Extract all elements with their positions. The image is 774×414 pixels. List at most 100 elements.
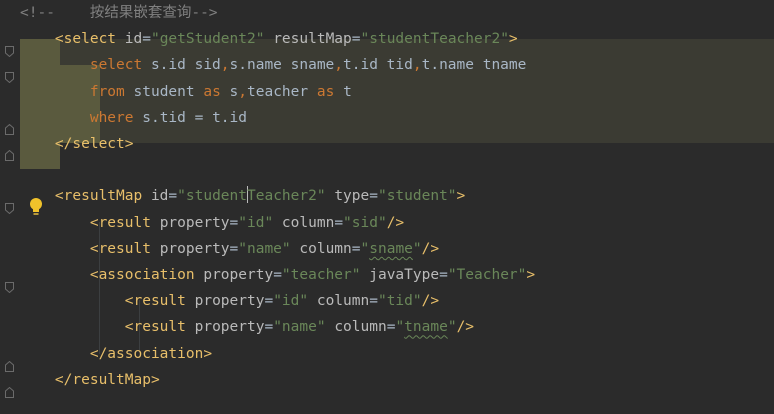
code-token: tname xyxy=(404,319,448,336)
code-token: s.id sid xyxy=(150,57,221,74)
code-line[interactable]: </association> xyxy=(20,341,212,367)
fold-marker-icon[interactable] xyxy=(5,203,14,214)
code-token: column xyxy=(334,319,387,336)
code-token: > xyxy=(508,31,518,48)
code-line[interactable]: </resultMap> xyxy=(20,367,160,393)
code-token: <result xyxy=(89,214,160,231)
code-token: javaType xyxy=(369,267,440,283)
code-token: id xyxy=(124,31,143,48)
code-token: "studentTeacher2" xyxy=(360,31,509,48)
code-token: "teacher" xyxy=(281,267,361,283)
code-token: <result xyxy=(89,240,160,257)
code-token: <!-- xyxy=(20,5,90,21)
code-token: --> xyxy=(191,5,218,21)
code-token: , xyxy=(220,57,230,74)
code-token: "getStudent2" xyxy=(150,31,265,48)
code-line[interactable]: </select> xyxy=(20,131,134,157)
code-editor[interactable]: <!-- 按结果嵌套查询--> <select id="getStudent2"… xyxy=(0,0,774,414)
code-token: t xyxy=(343,83,352,100)
code-token: = xyxy=(369,293,378,310)
code-token: = xyxy=(351,31,361,48)
code-line[interactable]: <select id="getStudent2" resultMap="stud… xyxy=(20,26,518,52)
code-token: type xyxy=(334,188,370,205)
code-line[interactable]: <!-- 按结果嵌套查询--> xyxy=(20,0,218,26)
code-token: as xyxy=(316,83,344,100)
code-token: > xyxy=(456,188,466,205)
code-token: /> xyxy=(386,214,405,231)
code-token: <resultMap xyxy=(54,188,151,205)
code-token: where xyxy=(89,109,143,126)
code-token: property xyxy=(159,240,230,257)
code-token: 按结果嵌套查询 xyxy=(89,5,192,21)
code-token: = xyxy=(229,240,239,257)
fold-marker-icon[interactable] xyxy=(5,387,14,398)
fold-marker-icon[interactable] xyxy=(5,282,14,293)
code-line[interactable]: <result property="id" column="sid"/> xyxy=(20,210,404,236)
code-token: resultMap xyxy=(273,31,352,48)
code-token: <association xyxy=(89,267,204,283)
code-token: " xyxy=(360,240,370,257)
code-token: "tid" xyxy=(377,293,422,310)
code-token: = xyxy=(351,240,361,257)
code-token: </select> xyxy=(54,136,134,152)
code-token: = xyxy=(369,188,378,205)
fold-marker-icon[interactable] xyxy=(5,46,14,57)
code-line[interactable]: <result property="name" column="sname"/> xyxy=(20,236,439,262)
fold-marker-icon[interactable] xyxy=(5,124,14,135)
fold-marker-icon[interactable] xyxy=(5,72,14,83)
code-token: /> xyxy=(421,293,440,310)
code-token: = xyxy=(264,293,274,310)
code-line[interactable]: where s.tid = t.id xyxy=(20,105,247,131)
code-token: t.name tname xyxy=(421,57,527,74)
code-token: = xyxy=(334,214,344,231)
code-token: "id" xyxy=(273,293,309,310)
fold-marker-icon[interactable] xyxy=(5,361,14,372)
code-token: </resultMap> xyxy=(54,371,160,388)
code-token: property xyxy=(194,293,265,310)
code-token: sname xyxy=(369,240,413,257)
code-token: , xyxy=(334,57,344,74)
code-token: = xyxy=(273,267,282,283)
code-token: "id" xyxy=(238,214,274,231)
code-line[interactable]: <result property="id" column="tid"/> xyxy=(20,288,439,314)
code-token: t.id tid xyxy=(343,57,413,74)
code-line[interactable]: <resultMap id="studentTeacher2" type="st… xyxy=(20,183,465,209)
code-token: = xyxy=(168,188,178,205)
code-token: > xyxy=(526,267,536,283)
code-token: " xyxy=(395,319,405,336)
code-token: <result xyxy=(124,293,195,310)
fold-marker-icon[interactable] xyxy=(5,150,14,161)
code-token: as xyxy=(203,83,230,100)
code-line[interactable]: select s.id sid,s.name sname,t.id tid,t.… xyxy=(20,52,527,78)
code-token: from xyxy=(89,83,134,100)
code-token: column xyxy=(281,214,335,231)
code-token: "student xyxy=(177,188,247,205)
code-token: column xyxy=(316,293,370,310)
code-token: teacher xyxy=(247,83,317,100)
code-token: "Teacher" xyxy=(447,267,527,283)
code-token: " xyxy=(447,319,457,336)
code-token: s.tid = t.id xyxy=(142,109,247,126)
code-token: "sid" xyxy=(343,214,387,231)
code-line[interactable]: from student as s,teacher as t xyxy=(20,79,352,105)
code-token: , xyxy=(412,57,422,74)
code-line[interactable]: <association property="teacher" javaType… xyxy=(20,262,535,288)
code-line[interactable]: <result property="name" column="tname"/> xyxy=(20,314,474,340)
code-token: /> xyxy=(421,240,440,257)
